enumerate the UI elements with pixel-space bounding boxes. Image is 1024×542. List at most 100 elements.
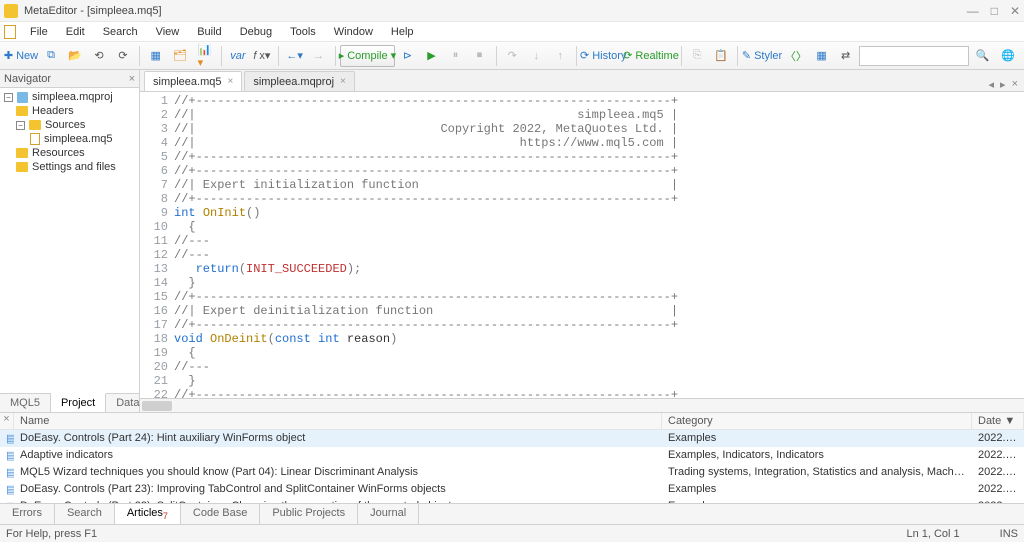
step-over-icon[interactable]: ↷ bbox=[501, 45, 523, 67]
tree-settings[interactable]: Settings and files bbox=[2, 160, 137, 174]
col-date[interactable]: Date ▼ bbox=[972, 413, 1024, 429]
navigator-close-icon[interactable]: × bbox=[129, 73, 135, 85]
code-content[interactable]: //+-------------------------------------… bbox=[174, 92, 1024, 398]
tree-headers[interactable]: Headers bbox=[2, 104, 137, 118]
horizontal-scrollbar[interactable] bbox=[140, 398, 1024, 412]
forward-icon[interactable]: → bbox=[308, 45, 330, 67]
tree-project[interactable]: −simpleea.mqproj bbox=[2, 90, 137, 104]
menu-help[interactable]: Help bbox=[383, 24, 422, 40]
expand-icon[interactable]: − bbox=[4, 93, 13, 102]
var-icon[interactable]: var bbox=[227, 45, 249, 67]
menu-view[interactable]: View bbox=[148, 24, 188, 40]
toolbar-search-input[interactable] bbox=[859, 46, 969, 66]
toolbox-row[interactable]: ▤Adaptive indicatorsExamples, Indicators… bbox=[0, 447, 1024, 464]
files-icon[interactable]: 🗂 bbox=[169, 45, 191, 67]
separator bbox=[496, 46, 497, 66]
minimize-icon[interactable]: — bbox=[967, 4, 979, 18]
pause-icon[interactable]: ⏸ bbox=[445, 45, 467, 67]
forward-nav-icon[interactable]: ⟳ bbox=[112, 45, 134, 67]
row-category: Examples bbox=[662, 482, 972, 497]
project-file-icon bbox=[17, 92, 28, 103]
row-date: 2022.12.07 bbox=[972, 482, 1024, 497]
tab-close-all-icon[interactable]: × bbox=[1012, 78, 1018, 91]
toolbox-close-icon[interactable]: × bbox=[0, 413, 14, 429]
tab-prev-icon[interactable]: ◂ bbox=[989, 78, 995, 91]
realtime-button[interactable]: ⟳ Realtime bbox=[627, 45, 676, 67]
nav-tab-project[interactable]: Project bbox=[51, 393, 106, 412]
editor-tab-label: simpleea.mqproj bbox=[253, 76, 334, 88]
nav-tab-mql5[interactable]: MQL5 bbox=[0, 394, 51, 412]
fx-icon[interactable]: fx▾ bbox=[251, 45, 273, 67]
dropdown-icon[interactable]: 📊▾ bbox=[193, 45, 216, 67]
history-label: History bbox=[592, 50, 626, 62]
app-icon bbox=[4, 4, 18, 18]
new-button[interactable]: ✚ New bbox=[4, 45, 38, 67]
menu-window[interactable]: Window bbox=[326, 24, 381, 40]
search-icon[interactable]: 🔍 bbox=[971, 45, 995, 67]
document-icon bbox=[4, 25, 16, 39]
run-icon[interactable]: ⊳ bbox=[397, 45, 419, 67]
expand-icon[interactable]: − bbox=[16, 121, 25, 130]
row-date: 2022.12.09 bbox=[972, 448, 1024, 463]
styler-button[interactable]: ✎ Styler bbox=[743, 45, 781, 67]
editor-tab-0[interactable]: simpleea.mq5 × bbox=[144, 71, 242, 91]
toolbox-header: × Name Category Date ▼ bbox=[0, 413, 1024, 430]
tool-tab-errors[interactable]: Errors bbox=[0, 504, 55, 524]
tab-close-icon[interactable]: × bbox=[227, 76, 233, 87]
row-name: DoEasy. Controls (Part 23): Improving Ta… bbox=[14, 482, 662, 497]
back-nav-icon[interactable]: ⟲ bbox=[88, 45, 110, 67]
copy-icon[interactable]: ⎘ bbox=[686, 45, 708, 67]
tree-source-file[interactable]: simpleea.mq5 bbox=[2, 132, 137, 146]
articles-badge: 7 bbox=[163, 511, 168, 521]
back-icon[interactable]: ←▾ bbox=[284, 45, 306, 67]
close-icon[interactable]: ✕ bbox=[1010, 4, 1020, 18]
tree-sources[interactable]: −Sources bbox=[2, 118, 137, 132]
tool-tab-codebase[interactable]: Code Base bbox=[181, 504, 260, 524]
maximize-icon[interactable]: □ bbox=[991, 4, 998, 18]
tool-tab-journal[interactable]: Journal bbox=[358, 504, 419, 524]
tree-resources[interactable]: Resources bbox=[2, 146, 137, 160]
menu-debug[interactable]: Debug bbox=[232, 24, 280, 40]
menu-search[interactable]: Search bbox=[95, 24, 146, 40]
paste-icon[interactable]: 📋 bbox=[710, 45, 732, 67]
compile-label: Compile bbox=[347, 50, 387, 62]
tab-close-icon[interactable]: × bbox=[340, 76, 346, 87]
toolbox-row[interactable]: ▤DoEasy. Controls (Part 23): Improving T… bbox=[0, 481, 1024, 498]
menu-file[interactable]: File bbox=[22, 24, 56, 40]
history-button[interactable]: ⟳ History bbox=[582, 45, 625, 67]
play-icon[interactable]: ▶ bbox=[421, 45, 443, 67]
realtime-label: Realtime bbox=[635, 50, 678, 62]
step-out-icon[interactable]: ↑ bbox=[549, 45, 571, 67]
compile-button[interactable]: ▸ Compile ▾ bbox=[340, 45, 394, 67]
grid-icon[interactable]: ▦ bbox=[811, 45, 833, 67]
resources-label: Resources bbox=[32, 147, 85, 159]
tool-tab-articles[interactable]: Articles7 bbox=[115, 504, 181, 524]
row-category: Examples bbox=[662, 431, 972, 446]
status-bar: For Help, press F1 Ln 1, Col 1 INS bbox=[0, 524, 1024, 542]
toolbox-row[interactable]: ▤MQL5 Wizard techniques you should know … bbox=[0, 464, 1024, 481]
step-into-icon[interactable]: ↓ bbox=[525, 45, 547, 67]
editor-tab-1[interactable]: simpleea.mqproj × bbox=[244, 71, 355, 91]
code-editor[interactable]: 1234567891011121314151617181920212223242… bbox=[140, 92, 1024, 398]
menu-edit[interactable]: Edit bbox=[58, 24, 93, 40]
globe-search-icon[interactable]: 🌐 bbox=[996, 45, 1020, 67]
tool-tab-public[interactable]: Public Projects bbox=[260, 504, 358, 524]
col-category[interactable]: Category bbox=[662, 413, 972, 429]
menu-build[interactable]: Build bbox=[189, 24, 229, 40]
tab-next-icon[interactable]: ▸ bbox=[1000, 78, 1006, 91]
source-file-label: simpleea.mq5 bbox=[44, 133, 112, 145]
brackets-icon[interactable]: 〈〉 bbox=[783, 45, 808, 67]
editor-tab-label: simpleea.mq5 bbox=[153, 76, 221, 88]
swap-icon[interactable]: ⇄ bbox=[835, 45, 857, 67]
line-gutter: 1234567891011121314151617181920212223242… bbox=[140, 92, 174, 398]
stop-icon[interactable]: ⏹ bbox=[469, 45, 491, 67]
project-icon[interactable]: ▦ bbox=[145, 45, 167, 67]
headers-label: Headers bbox=[32, 105, 74, 117]
menu-tools[interactable]: Tools bbox=[282, 24, 324, 40]
toolbox-row[interactable]: ▤DoEasy. Controls (Part 24): Hint auxili… bbox=[0, 430, 1024, 447]
new-file-icon[interactable]: ⧉ bbox=[40, 45, 62, 67]
col-name[interactable]: Name bbox=[14, 413, 662, 429]
open-folder-icon[interactable]: 📂 bbox=[64, 45, 86, 67]
row-date: 2022.12.09 bbox=[972, 465, 1024, 480]
tool-tab-search[interactable]: Search bbox=[55, 504, 115, 524]
